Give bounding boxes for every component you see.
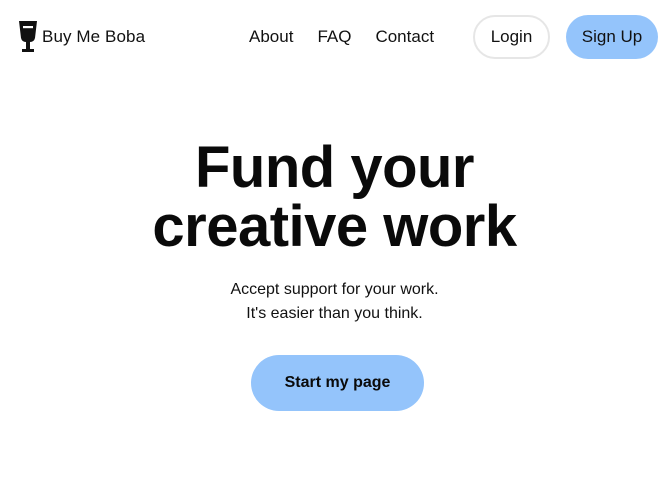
site-header: Buy Me Boba About FAQ Contact Login Sign…: [0, 0, 669, 76]
main-nav: About FAQ Contact: [249, 26, 434, 48]
hero-title-line-1: Fund your: [194, 135, 475, 200]
boba-cup-icon: [19, 21, 37, 52]
brand-name: Buy Me Boba: [42, 27, 146, 46]
brand-logo-link[interactable]: Buy Me Boba: [18, 18, 145, 56]
hero-title: Fund your creative work: [0, 138, 669, 256]
hero-section: Fund your creative work Accept support f…: [0, 138, 669, 326]
hero-subtitle-line-1: Accept support for your work.: [230, 281, 439, 298]
hero-title-line-2: creative work: [152, 194, 517, 259]
start-my-page-button[interactable]: Start my page: [251, 355, 424, 411]
landing-page: Buy Me Boba About FAQ Contact Login Sign…: [0, 0, 669, 481]
nav-link-faq[interactable]: FAQ: [317, 26, 351, 48]
nav-link-about[interactable]: About: [249, 26, 293, 48]
signup-button[interactable]: Sign Up: [566, 15, 658, 59]
login-button[interactable]: Login: [473, 15, 550, 59]
nav-link-contact[interactable]: Contact: [375, 26, 434, 48]
hero-subtitle: Accept support for your work. It's easie…: [0, 278, 669, 326]
hero-subtitle-line-2: It's easier than you think.: [246, 305, 423, 322]
